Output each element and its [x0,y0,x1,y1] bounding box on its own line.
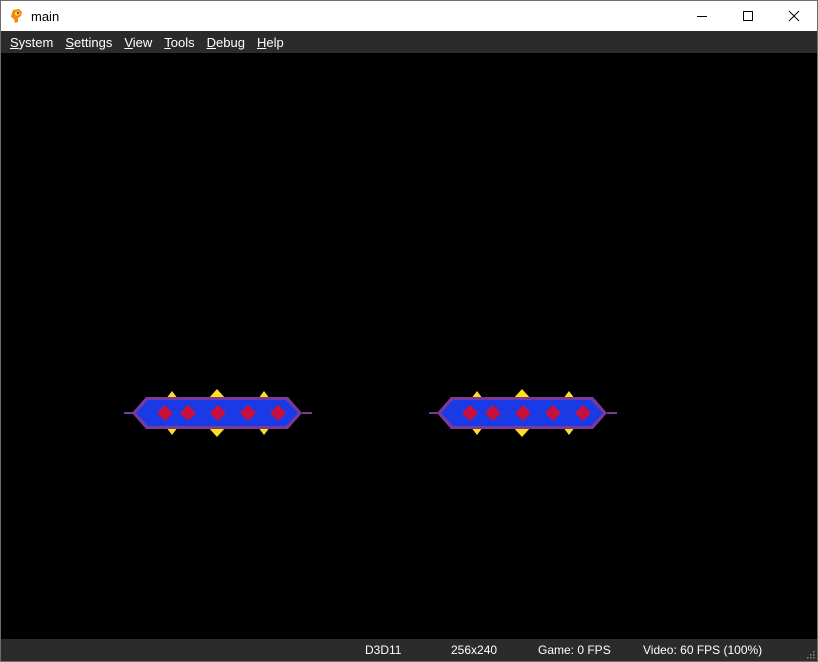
maximize-icon [743,11,753,21]
status-resolution: 256x240 [451,643,498,657]
menu-tools[interactable]: Tools [164,35,194,50]
menu-view-label: iew [132,34,153,50]
menu-help-mnemonic: H [256,34,267,50]
menu-settings-label: ettings [74,34,113,50]
menu-view-mnemonic: V [124,34,133,50]
menu-help[interactable]: Help [257,35,284,50]
menu-bar: System Settings View Tools Debug Help [1,31,817,53]
menu-system-mnemonic: S [10,34,19,50]
app-icon [11,9,22,23]
close-icon [788,10,800,22]
menu-settings-mnemonic: S [65,34,75,50]
menu-debug-label: ebug [216,34,245,50]
caption-buttons [679,1,817,31]
game-sprite-right [429,389,617,437]
maximize-button[interactable] [725,1,771,31]
status-bar: D3D11 256x240 Game: 0 FPS Video: 60 FPS … [1,639,817,661]
menu-settings[interactable]: Settings [65,35,112,50]
status-game-fps: Game: 0 FPS [538,643,611,657]
game-viewport[interactable] [1,53,817,639]
window-title: main [31,8,60,24]
minimize-button[interactable] [679,1,725,31]
menu-system-label: ystem [18,34,54,50]
status-renderer: D3D11 [365,643,402,657]
menu-tools-label: ools [170,34,195,50]
game-sprite-left [124,389,312,437]
title-bar[interactable]: main [1,1,817,31]
emulator-window: main System Settings View Tools Debug He… [0,0,818,662]
status-video-fps: Video: 60 FPS (100%) [643,643,763,657]
close-button[interactable] [771,1,817,31]
minimize-icon [697,16,707,17]
menu-help-label: elp [266,34,284,50]
menu-debug-mnemonic: D [206,34,217,50]
menu-view[interactable]: View [124,35,152,50]
menu-system[interactable]: System [10,35,53,50]
resize-grip-icon[interactable] [805,649,815,659]
menu-debug[interactable]: Debug [207,35,245,50]
